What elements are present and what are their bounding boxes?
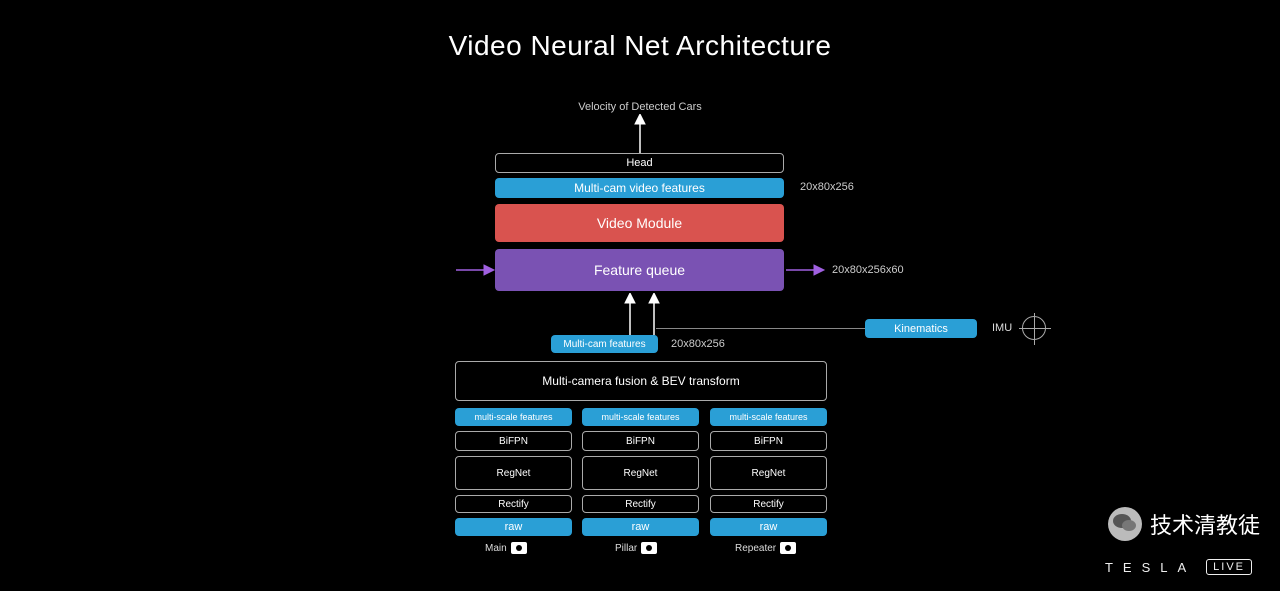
dim-feature-queue: 20x80x256x60 xyxy=(832,264,904,276)
output-label: Velocity of Detected Cars xyxy=(495,101,785,113)
brand-name: TESLA xyxy=(1105,560,1196,575)
camera-repeater-label: Repeater xyxy=(735,543,776,554)
dim-multicam-video-features: 20x80x256 xyxy=(800,181,854,193)
camera-pillar-label: Pillar xyxy=(615,543,637,554)
col1-regnet: RegNet xyxy=(582,456,699,490)
watermark: 技术清教徒 xyxy=(1108,507,1260,541)
block-fusion: Multi-camera fusion & BEV transform xyxy=(455,361,827,401)
col0-bifpn: BiFPN xyxy=(455,431,572,451)
arrow-head-to-output xyxy=(630,114,650,154)
col2-multiscale: multi-scale features xyxy=(710,408,827,426)
camera-main-label: Main xyxy=(485,543,507,554)
live-badge: LIVE xyxy=(1206,559,1252,575)
arrow-mcfeat-up-1 xyxy=(620,293,640,335)
col2-rectify: Rectify xyxy=(710,495,827,513)
camera-pillar: Pillar xyxy=(615,542,657,554)
col0-raw: raw xyxy=(455,518,572,536)
dim-multicam-features: 20x80x256 xyxy=(671,338,725,350)
brand-footer: TESLA LIVE xyxy=(1105,559,1252,575)
arrow-feature-queue-out xyxy=(786,260,826,280)
arrow-feature-queue-in xyxy=(456,260,496,280)
col1-raw: raw xyxy=(582,518,699,536)
block-kinematics: Kinematics xyxy=(865,319,977,338)
block-multicam-features: Multi-cam features xyxy=(551,335,658,353)
page-title: Video Neural Net Architecture xyxy=(0,30,1280,62)
kinematics-connector xyxy=(656,328,866,329)
col1-rectify: Rectify xyxy=(582,495,699,513)
camera-icon xyxy=(511,542,527,554)
block-feature-queue: Feature queue xyxy=(495,249,784,291)
camera-main: Main xyxy=(485,542,527,554)
camera-icon xyxy=(641,542,657,554)
camera-repeater: Repeater xyxy=(735,542,796,554)
col0-multiscale: multi-scale features xyxy=(455,408,572,426)
wechat-icon xyxy=(1108,507,1142,541)
camera-icon xyxy=(780,542,796,554)
col1-bifpn: BiFPN xyxy=(582,431,699,451)
block-video-module: Video Module xyxy=(495,204,784,242)
compass-icon xyxy=(1022,316,1046,340)
watermark-text: 技术清教徒 xyxy=(1150,508,1260,540)
imu-label: IMU xyxy=(992,322,1012,334)
block-multicam-video-features: Multi-cam video features xyxy=(495,178,784,198)
col2-bifpn: BiFPN xyxy=(710,431,827,451)
col0-rectify: Rectify xyxy=(455,495,572,513)
block-head: Head xyxy=(495,153,784,173)
col2-raw: raw xyxy=(710,518,827,536)
col1-multiscale: multi-scale features xyxy=(582,408,699,426)
col2-regnet: RegNet xyxy=(710,456,827,490)
col0-regnet: RegNet xyxy=(455,456,572,490)
